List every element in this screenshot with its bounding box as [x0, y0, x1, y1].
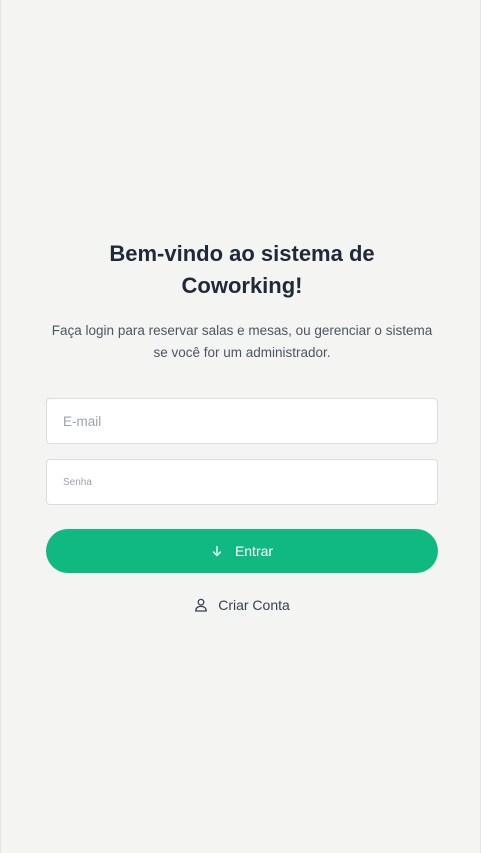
create-account-label: Criar Conta	[218, 597, 290, 613]
login-button-label: Entrar	[234, 543, 274, 559]
user-icon	[194, 598, 208, 612]
create-account-link[interactable]: Criar Conta	[194, 597, 290, 613]
password-field[interactable]	[46, 459, 438, 505]
page-title: Bem-vindo ao sistema de Coworking!	[109, 241, 375, 298]
login-panel: Bem-vindo ao sistema de Coworking! Faça …	[46, 238, 438, 613]
login-button[interactable]: Entrar	[46, 529, 438, 573]
email-field[interactable]	[46, 398, 438, 444]
page-subtitle: Faça login para reservar salas e mesas, …	[51, 323, 433, 360]
arrow-down-icon	[211, 545, 223, 557]
